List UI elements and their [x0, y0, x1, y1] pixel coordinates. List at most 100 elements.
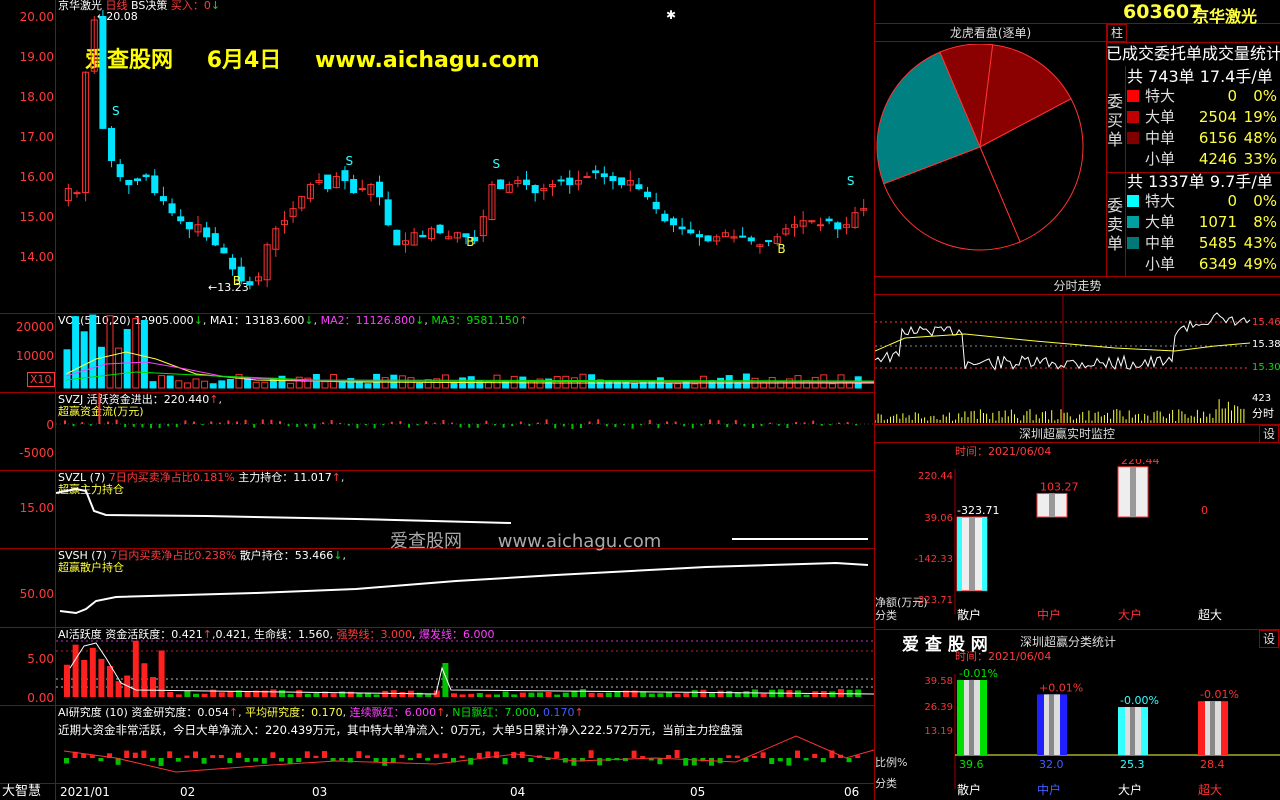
fund-flow-bar [390, 421, 393, 424]
activity-bar [571, 690, 578, 697]
order-type: 大单 [1145, 108, 1176, 126]
monitor-date-value: 2021/06/04 [988, 445, 1052, 458]
price-tick: 14.00 [19, 250, 54, 264]
swatch-icon [1127, 153, 1139, 165]
candle-body [497, 179, 505, 190]
stat-bar-shade [1130, 707, 1135, 755]
order-pct: 33% [1243, 150, 1277, 168]
fund-flow-bar [132, 424, 135, 427]
activity-bar [476, 693, 483, 697]
activity-bar [597, 693, 604, 697]
research-bar [820, 758, 826, 763]
activity-bar [683, 692, 690, 697]
fund-flow-bar [150, 424, 152, 429]
fund-flow-bar [115, 419, 118, 424]
order-pct: 49% [1243, 255, 1277, 273]
fund-flow-bar [296, 424, 299, 428]
activity-bar [709, 693, 715, 697]
research-bar [571, 758, 577, 766]
candle-body [133, 178, 142, 182]
research-bar [227, 758, 233, 764]
volume-bar [450, 381, 458, 389]
stat-category: 超大 [1198, 782, 1222, 797]
fund-flow-bar [580, 424, 582, 429]
activity-bar [89, 647, 96, 697]
activity-bar [399, 692, 406, 697]
fund-flow-bar [227, 420, 230, 424]
candle-body [73, 192, 81, 195]
activity-bar [485, 694, 492, 697]
activity-bar [459, 694, 466, 697]
activity-bar [502, 691, 509, 697]
research-bar [631, 750, 637, 758]
candle-body [125, 179, 133, 186]
fund-flow-bar [554, 424, 557, 429]
volume-bar [244, 377, 252, 389]
activity-bar [201, 693, 208, 697]
order-type: 大单 [1145, 213, 1176, 231]
activity-bar [554, 694, 561, 697]
fund-flow-bar [777, 424, 780, 426]
monitor-date-label: 时间： [955, 445, 988, 458]
research-bar [236, 752, 241, 758]
volume-bar [132, 318, 140, 389]
activity-bar [425, 694, 432, 697]
stat-category: 散户 [957, 782, 981, 797]
activity-bar [838, 689, 844, 697]
research-bar [339, 758, 345, 761]
candle-body [522, 179, 531, 186]
volume-bar [682, 380, 690, 389]
bar-toggle-button[interactable]: 柱 [1107, 24, 1127, 42]
price-tick: 19.00 [19, 50, 54, 64]
order-volume: 5485 [1198, 234, 1237, 252]
activity-bar [296, 690, 303, 697]
volume-bar [158, 375, 166, 389]
fund-flow-bar [786, 424, 789, 429]
activity-bar [304, 693, 311, 697]
volume-bar [261, 381, 269, 389]
candle-body [557, 179, 565, 182]
sell-row: 大单 1071 8% [1127, 212, 1277, 232]
volume-bar [80, 331, 88, 389]
monitor-bar-shade [1130, 466, 1136, 517]
volume-bar [364, 383, 372, 389]
stat-bar-chart: 39.58 26.39 13.19 -0.01% 39.6 +0.01% 32.0 -0.00… [875, 667, 1280, 797]
monitor-value-label: -323.71 [957, 504, 999, 517]
monitor-settings-button[interactable]: 设 [1259, 425, 1279, 443]
research-bar [89, 755, 95, 758]
fund-flow-bar [769, 422, 772, 424]
activity-bar [855, 689, 862, 697]
activity-bar [657, 693, 664, 697]
order-pct: 43% [1243, 234, 1277, 252]
order-volume: 4246 [1198, 150, 1237, 168]
research-bar [666, 754, 671, 758]
volume-bar [123, 329, 131, 389]
candle-body [816, 224, 824, 227]
candle-body [142, 174, 150, 178]
activity-bar [227, 691, 234, 697]
research-bar [752, 755, 757, 758]
fund-flow-bar [511, 424, 514, 427]
volume-bar [209, 383, 217, 389]
candle-body [436, 224, 444, 234]
research-bar [304, 751, 310, 758]
stat2-settings-button[interactable]: 设 [1259, 630, 1279, 648]
fund-flow-bar [519, 421, 522, 424]
swatch-icon [1127, 90, 1139, 102]
intraday-tick: 15.30 [1252, 362, 1280, 373]
stat-value-label: 32.0 [1039, 758, 1064, 771]
volume-bar [613, 380, 621, 389]
fund-flow-bar [141, 424, 144, 428]
ai-active-chart [56, 640, 874, 697]
volume-bar [97, 346, 105, 389]
svzj-tick: 0 [46, 418, 54, 432]
fund-flow-bar [382, 424, 385, 426]
order-type: 中单 [1145, 234, 1176, 252]
fund-flow-bar [648, 419, 651, 424]
order-volume: 0 [1227, 87, 1237, 105]
price-tick: 17.00 [19, 130, 54, 144]
fund-flow-bar [666, 421, 668, 424]
candle-body [220, 247, 228, 254]
retail-holding-line [59, 561, 869, 615]
activity-bar [107, 666, 113, 697]
